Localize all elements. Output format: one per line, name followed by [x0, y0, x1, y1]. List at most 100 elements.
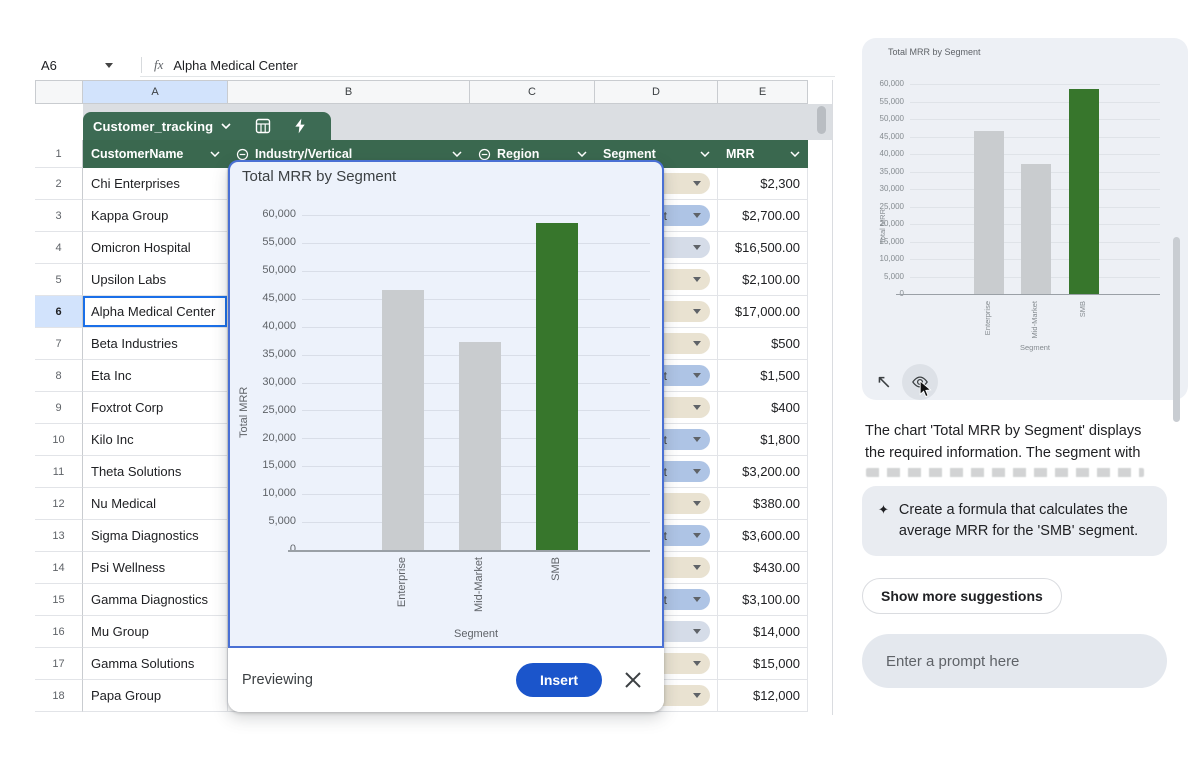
customer-name-cell[interactable]: Chi Enterprises	[83, 168, 228, 200]
customer-name-cell[interactable]: Sigma Diagnostics	[83, 520, 228, 552]
row-header[interactable]: 6	[35, 296, 83, 328]
row-header[interactable]: 17	[35, 648, 83, 680]
customer-name-cell[interactable]: Papa Group	[83, 680, 228, 712]
chip-dropdown-icon[interactable]	[693, 469, 701, 474]
row-header[interactable]: 2	[35, 168, 83, 200]
show-more-suggestions-button[interactable]: Show more suggestions	[862, 578, 1062, 614]
formula-input[interactable]: Alpha Medical Center	[173, 58, 297, 73]
row-header-1[interactable]: 1	[35, 140, 83, 168]
mrr-cell[interactable]: $1,800	[718, 424, 808, 456]
chevron-down-icon[interactable]	[700, 151, 710, 157]
header-label: CustomerName	[91, 147, 183, 161]
mrr-cell[interactable]: $17,000.00	[718, 296, 808, 328]
row-header[interactable]: 15	[35, 584, 83, 616]
row-header[interactable]: 10	[35, 424, 83, 456]
cell-reference-box[interactable]: A6	[35, 58, 105, 73]
customer-name-cell[interactable]: Mu Group	[83, 616, 228, 648]
suggestion-card[interactable]: ✦ Create a formula that calculates the a…	[862, 486, 1167, 556]
row-header[interactable]: 12	[35, 488, 83, 520]
mrr-cell[interactable]: $500	[718, 328, 808, 360]
chevron-down-icon[interactable]	[577, 151, 587, 157]
customer-name-cell[interactable]: Eta Inc	[83, 360, 228, 392]
mrr-cell[interactable]: $400	[718, 392, 808, 424]
sidebar-scrollbar-thumb[interactable]	[1173, 237, 1180, 422]
chip-dropdown-icon[interactable]	[693, 597, 701, 602]
mrr-cell[interactable]: $3,100.00	[718, 584, 808, 616]
row-header[interactable]: 18	[35, 680, 83, 712]
mrr-cell[interactable]: $3,200.00	[718, 456, 808, 488]
name-box-dropdown-icon[interactable]	[105, 63, 113, 68]
chevron-down-icon[interactable]	[790, 151, 800, 157]
mrr-cell[interactable]: $3,600.00	[718, 520, 808, 552]
customer-name-cell[interactable]: Kilo Inc	[83, 424, 228, 456]
mrr-cell[interactable]: $15,000	[718, 648, 808, 680]
row-header[interactable]: 8	[35, 360, 83, 392]
customer-name-cell[interactable]: Psi Wellness	[83, 552, 228, 584]
chevron-down-icon[interactable]	[210, 151, 220, 157]
row-header[interactable]: 7	[35, 328, 83, 360]
chip-dropdown-icon[interactable]	[693, 533, 701, 538]
table-grid-icon[interactable]	[255, 118, 271, 134]
mrr-cell[interactable]: $2,300	[718, 168, 808, 200]
customer-name-cell[interactable]: Gamma Diagnostics	[83, 584, 228, 616]
header-mrr[interactable]: MRR	[718, 140, 808, 168]
customer-name-cell[interactable]: Upsilon Labs	[83, 264, 228, 296]
row-header[interactable]: 11	[35, 456, 83, 488]
insert-button[interactable]: Insert	[516, 663, 602, 697]
customer-name-cell[interactable]: Gamma Solutions	[83, 648, 228, 680]
column-header-b[interactable]: B	[228, 80, 470, 104]
mrr-cell[interactable]: $380.00	[718, 488, 808, 520]
customer-name-cell[interactable]: Theta Solutions	[83, 456, 228, 488]
close-icon[interactable]	[624, 671, 642, 689]
row-header[interactable]: 9	[35, 392, 83, 424]
row-header[interactable]: 3	[35, 200, 83, 232]
chip-dropdown-icon[interactable]	[693, 213, 701, 218]
chip-dropdown-icon[interactable]	[693, 565, 701, 570]
chip-dropdown-icon[interactable]	[693, 277, 701, 282]
row-header[interactable]: 14	[35, 552, 83, 584]
arrow-up-left-icon[interactable]: ↖	[876, 373, 892, 392]
chevron-down-icon[interactable]	[221, 123, 231, 129]
chip-dropdown-icon[interactable]	[693, 245, 701, 250]
chip-dropdown-icon[interactable]	[693, 437, 701, 442]
customer-name-cell[interactable]: Omicron Hospital	[83, 232, 228, 264]
customer-name-cell[interactable]: Kappa Group	[83, 200, 228, 232]
customer-name-cell[interactable]: Alpha Medical Center	[83, 296, 228, 328]
column-header-a[interactable]: A	[83, 80, 228, 104]
customer-name-cell[interactable]: Beta Industries	[83, 328, 228, 360]
chip-dropdown-icon[interactable]	[693, 405, 701, 410]
mrr-cell[interactable]: $1,500	[718, 360, 808, 392]
table-tab-customer-tracking[interactable]: Customer_tracking	[83, 112, 331, 140]
chip-dropdown-icon[interactable]	[693, 501, 701, 506]
mrr-cell[interactable]: $14,000	[718, 616, 808, 648]
row-header[interactable]: 5	[35, 264, 83, 296]
row-header[interactable]: 13	[35, 520, 83, 552]
sheet-scrollbar-thumb[interactable]	[817, 106, 826, 134]
chevron-down-icon[interactable]	[452, 151, 462, 157]
row-header[interactable]: 4	[35, 232, 83, 264]
chip-dropdown-icon[interactable]	[693, 661, 701, 666]
chip-dropdown-icon[interactable]	[693, 341, 701, 346]
chip-dropdown-icon[interactable]	[693, 181, 701, 186]
chip-dropdown-icon[interactable]	[693, 373, 701, 378]
header-customername[interactable]: CustomerName	[83, 140, 228, 168]
corner-cell[interactable]	[35, 80, 83, 104]
sidebar-chart-card: Total MRR by Segment ↖ 05,00010,00015,00…	[862, 38, 1188, 400]
customer-name-cell[interactable]: Nu Medical	[83, 488, 228, 520]
customer-name-cell[interactable]: Foxtrot Corp	[83, 392, 228, 424]
lightning-bolt-icon[interactable]	[293, 118, 307, 134]
column-header-d[interactable]: D	[595, 80, 718, 104]
preview-eye-button[interactable]	[902, 364, 938, 400]
chip-dropdown-icon[interactable]	[693, 309, 701, 314]
mrr-cell[interactable]: $430.00	[718, 552, 808, 584]
mrr-cell[interactable]: $12,000	[718, 680, 808, 712]
prompt-input[interactable]: Enter a prompt here	[862, 634, 1167, 688]
chip-dropdown-icon[interactable]	[693, 693, 701, 698]
row-header[interactable]: 16	[35, 616, 83, 648]
mrr-cell[interactable]: $2,700.00	[718, 200, 808, 232]
mrr-cell[interactable]: $2,100.00	[718, 264, 808, 296]
column-header-e[interactable]: E	[718, 80, 808, 104]
mrr-cell[interactable]: $16,500.00	[718, 232, 808, 264]
column-header-c[interactable]: C	[470, 80, 595, 104]
chip-dropdown-icon[interactable]	[693, 629, 701, 634]
